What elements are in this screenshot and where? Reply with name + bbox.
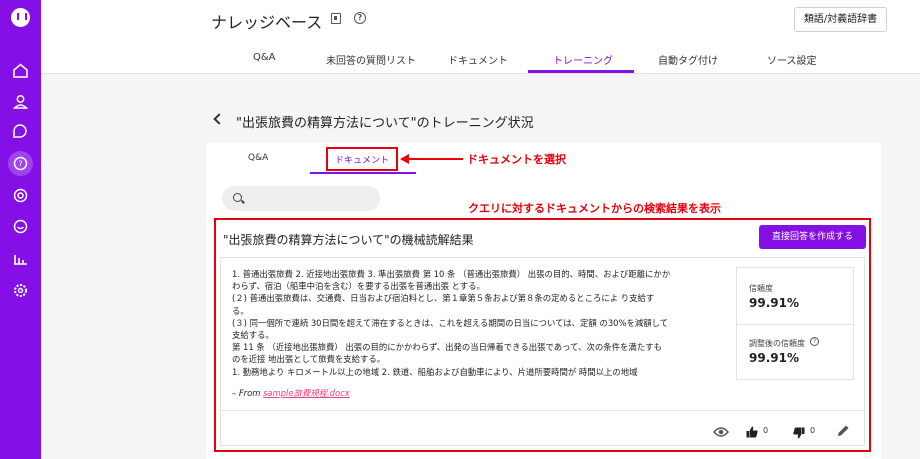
help-icon[interactable]: ? (354, 12, 366, 24)
result-text-line: 1. 普通出張旅費 2. 近接地出張旅費 3. 準出張旅費 第 10 条 （普通… (232, 269, 671, 279)
result-text-line: 第 11 条 （近接地出張旅費） 出張の目的にかかわらず、出発の当日帰着できる出… (232, 342, 662, 353)
result-text-line: 1. 勤務地より キロメートル以上の地域 2. 鉄道、船舶および自動車により、片… (232, 366, 638, 377)
adjusted-confidence-value: 99.91% (749, 351, 799, 365)
source-prefix: – From (232, 388, 264, 398)
tab-unanswered[interactable]: 未回答の質問リスト (326, 52, 416, 67)
home-icon[interactable] (12, 62, 29, 79)
result-text-line: (２) 普通出張旅費は、交通費、日当および宿泊料とし、第１章第５条および第８条の… (232, 293, 655, 304)
user-icon[interactable] (12, 93, 29, 110)
help-circle-icon[interactable]: ? (810, 337, 819, 346)
sidebar: ? (0, 0, 41, 459)
knowledge-base-icon[interactable]: ? (12, 155, 29, 172)
result-divider (221, 410, 864, 411)
tab-auto-tagging[interactable]: 自動タグ付け (658, 52, 718, 67)
subtab-qa[interactable]: Q&A (248, 153, 268, 163)
message-icon[interactable] (12, 218, 29, 235)
create-direct-answer-button[interactable]: 直接回答を作成する (759, 225, 866, 249)
svg-text:?: ? (18, 160, 22, 169)
dislikes-count: 0 (810, 426, 816, 435)
synonym-dictionary-button[interactable]: 類語/対義語辞書 (794, 7, 887, 32)
back-arrow-icon[interactable] (213, 113, 225, 125)
analytics-icon[interactable] (12, 250, 29, 267)
annotation-arrow-line (407, 158, 463, 160)
result-text-line: 支給する。 (232, 330, 274, 341)
tab-source-settings[interactable]: ソース設定 (767, 52, 817, 67)
result-title: "出張旅費の精算方法について"の機械読解結果 (223, 233, 474, 247)
confidence-label: 信頼度 (749, 284, 773, 293)
training-icon[interactable] (12, 187, 29, 204)
tab-documents[interactable]: ドキュメント (448, 52, 508, 67)
thumbs-down-icon[interactable] (793, 424, 805, 443)
search-input[interactable] (222, 186, 380, 211)
app-logo-icon[interactable] (11, 8, 30, 27)
likes-count: 0 (763, 426, 769, 435)
search-icon (233, 193, 242, 202)
page-header-title: ナレッジベース (211, 13, 323, 32)
active-tab-indicator (528, 70, 634, 73)
result-text-line: のを近接 地出張として旅費を支給する。 (232, 354, 386, 365)
result-source: – From sample旅費規程.docx (232, 387, 350, 399)
result-text: 1. 普通出張旅費 2. 近接地出張旅費 3. 準出張旅費 第 10 条 （普通… (232, 268, 722, 378)
adjusted-confidence-label: 調整後の信頼度 (749, 339, 805, 348)
tab-training[interactable]: トレーニング (553, 52, 613, 67)
page-title: "出張旅費の精算方法について"のトレーニング状況 (236, 116, 534, 131)
tab-qa[interactable]: Q&A (253, 52, 276, 63)
confidence-value: 99.91% (749, 296, 799, 310)
confidence-divider (737, 324, 853, 325)
thumbs-up-icon[interactable] (746, 423, 758, 442)
edit-pencil-icon[interactable] (837, 422, 850, 441)
annotation-box-documents-tab (326, 147, 398, 171)
source-file-link[interactable]: sample旅費規程.docx (263, 388, 350, 398)
subtab-active-indicator (310, 172, 416, 174)
bookmark-icon[interactable] (331, 13, 341, 24)
result-text-line: る。 (232, 305, 249, 316)
result-text-line: (３) 同一個所で連続 30日間を超えて滞在するときは、これを超える期間の日当に… (232, 317, 669, 328)
chat-icon[interactable] (12, 123, 29, 140)
eye-icon[interactable] (713, 423, 729, 442)
annotation-search-results: クエリに対するドキュメントからの検索結果を表示 (468, 202, 721, 215)
settings-gear-icon[interactable] (12, 282, 29, 299)
result-text-line: わらず、宿泊（船車中泊を含む）を要する出張を普通出張 とする。 (232, 281, 485, 292)
annotation-select-document: ドキュメントを選択 (467, 153, 566, 166)
